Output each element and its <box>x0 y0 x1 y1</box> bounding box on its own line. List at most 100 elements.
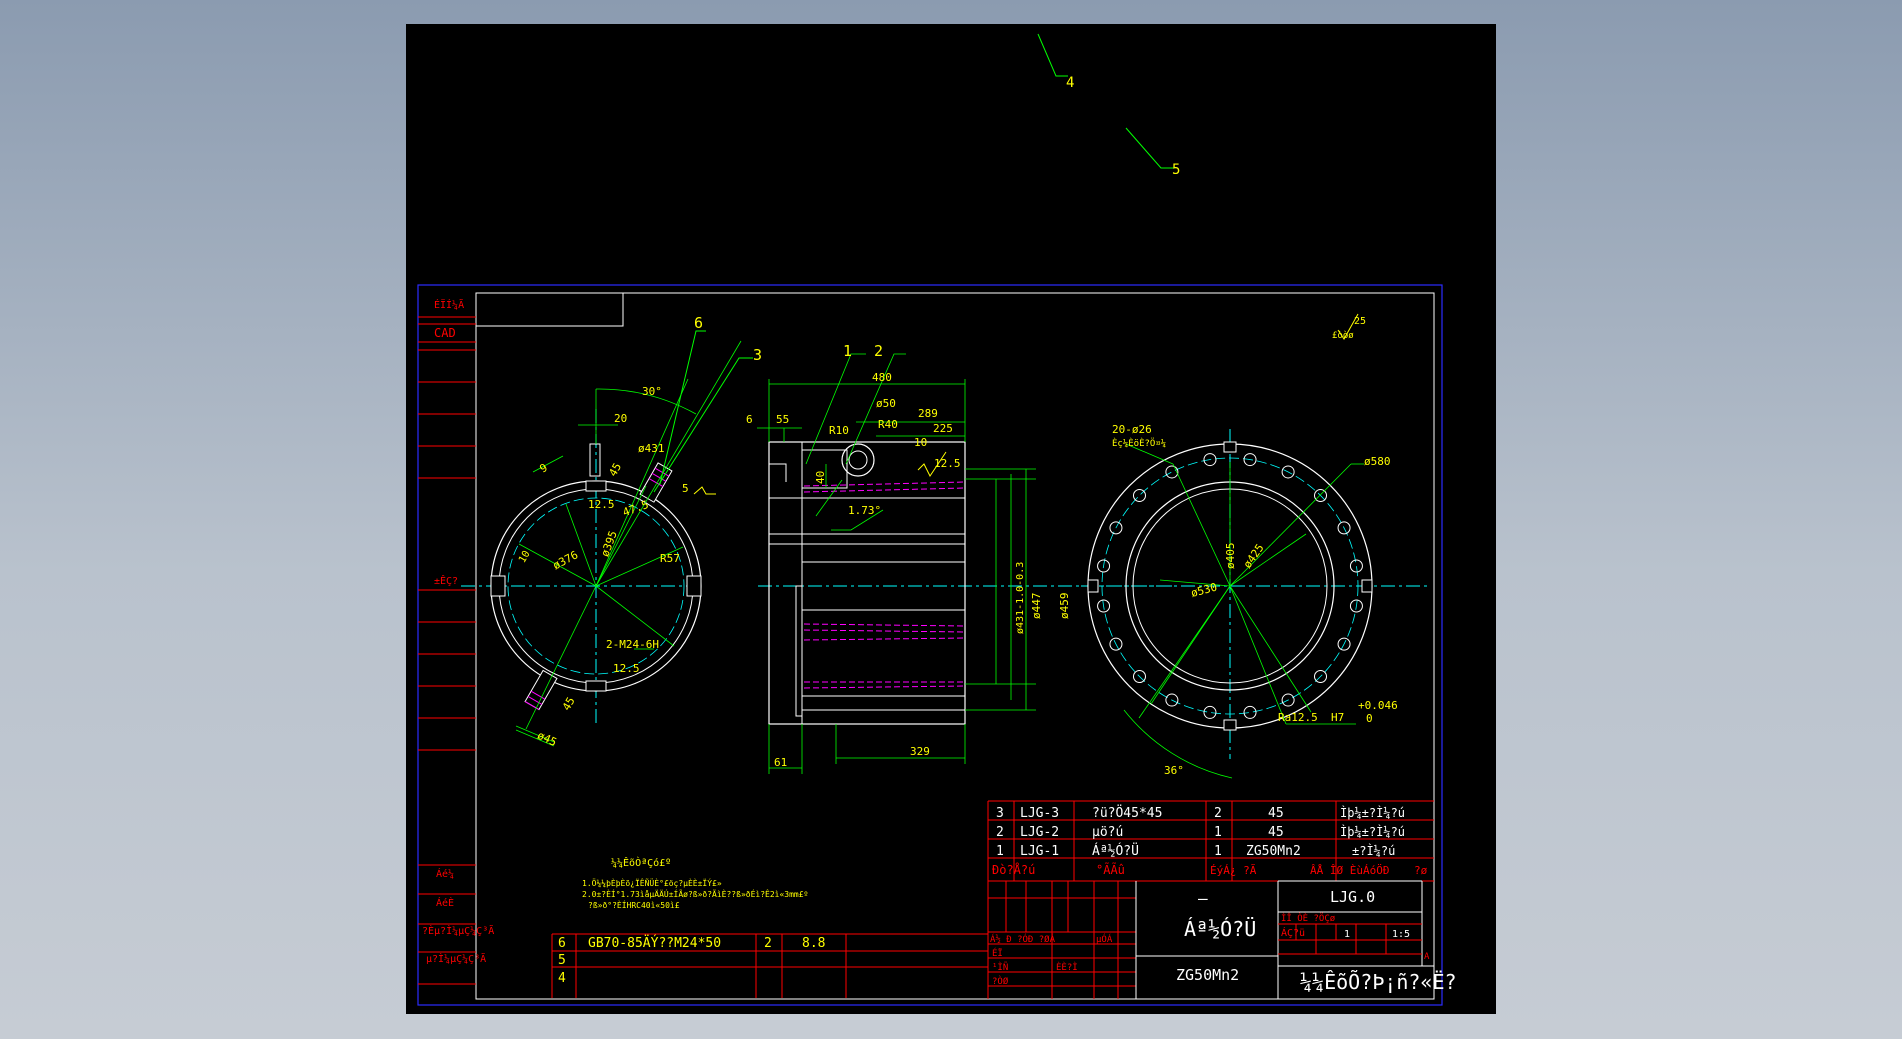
strip-label-mid: ±ÊÇ? <box>434 574 458 587</box>
bom-header-no: Ðò?Å?ú <box>992 862 1035 877</box>
bom-row-2-no: 2 <box>996 825 1004 840</box>
left-dim-47-5: 47.5 <box>621 498 650 519</box>
right-dim-425: ø425 <box>1241 542 1267 571</box>
right-fit: H7 <box>1331 711 1344 724</box>
bom-row-3-mat: 45 <box>1268 806 1284 821</box>
flange-bolt-hole <box>1203 705 1217 719</box>
right-dim-405: ø405 <box>1224 543 1237 570</box>
middle-dim-1-73: 1.73° <box>848 504 881 517</box>
bom-row-1-note: ±?Ì¼?ú <box>1352 843 1395 858</box>
middle-lug-hole-inner <box>848 450 868 470</box>
left-view-key <box>589 443 601 477</box>
left-thread-callout: 2-M24-6H <box>606 638 659 651</box>
right-angle-36: 36° <box>1164 764 1184 777</box>
middle-dim-6: 6 <box>746 413 753 426</box>
middle-dim-289: 289 <box>918 407 938 420</box>
title-drawing-no: LJG.0 <box>1330 888 1375 906</box>
title-small-2: ÁÇ?ü <box>1281 926 1305 939</box>
leader-label-2: 2 <box>874 342 883 360</box>
right-view: 20-ø26 Èç¼ÈöÈ?Ö¤¼ ø580 ø405 ø425 ø530 Ra… <box>1081 423 1430 779</box>
left-dim-30: 30° <box>642 385 662 398</box>
top-left-box <box>476 293 624 327</box>
middle-dim-459: ø459 <box>1058 593 1071 620</box>
right-ra: Ra12.5 <box>1278 711 1318 724</box>
strip-label-cad: CAD <box>434 326 456 340</box>
bom-header-note: ?ø <box>1414 864 1428 877</box>
small-row-6-code: GB70-85ÄÝ??M24*50 <box>588 935 721 951</box>
right-dim-580: ø580 <box>1364 455 1391 468</box>
left-dim-12-5b: 12.5 <box>613 662 640 675</box>
small-row-4-no: 4 <box>558 971 566 986</box>
left-view-bolt-upper <box>639 462 673 503</box>
title-small-8: µÓÁ <box>1096 933 1113 945</box>
strip-label-b3: ?Èµ?Ì¼µÇ¼Ç³Ã <box>422 924 494 937</box>
left-dim-395: ø395 <box>599 529 620 558</box>
middle-dim-40: 40 <box>814 471 827 484</box>
left-dim-45b: 45 <box>560 695 578 713</box>
middle-flange <box>768 441 803 725</box>
left-view: 6 3 30° 20 ø431 45 9 12.5 5 47.5 ø376 ø3… <box>461 314 762 749</box>
bom-row-2-name: µö?ú <box>1092 825 1123 840</box>
left-dim-431: ø431 <box>638 442 665 455</box>
middle-dim-447: ø447 <box>1030 593 1043 620</box>
roughness-label: £òòø <box>1332 330 1354 341</box>
right-tol-upper: +0.046 <box>1358 699 1398 712</box>
left-dim-45a: 45 <box>606 461 624 479</box>
cad-viewport[interactable]: 4 5 ÉÏÍ¼Ã CAD ±ÊÇ? Áé¼ ÁéÈ ?Èµ?Ì¼µÇ¼Ç³Ã … <box>406 24 1496 1014</box>
bom-row-1-code: LJG-1 <box>1020 844 1059 859</box>
bom-header-mat: ÂÅ ÎØ ÈùÁóÖÐ <box>1310 864 1389 877</box>
middle-dim-61: 61 <box>774 756 787 769</box>
bom-row-2-qty: 1 <box>1214 825 1222 840</box>
title-small-4: ÉÏ <box>992 947 1003 959</box>
left-dim-5: 5 <box>682 482 689 495</box>
middle-dim-r10: R10 <box>829 424 849 437</box>
roughness-value: 25 <box>1354 316 1366 327</box>
leader-group-top <box>1037 33 1174 169</box>
leader-label-4: 4 <box>1066 75 1074 91</box>
middle-dim-480: 480 <box>872 371 892 384</box>
title-sheet: A <box>1424 952 1430 962</box>
title-small-7: ÈÈ?Ì <box>1056 961 1078 973</box>
strip-label-1: ÉÏÍ¼Ã <box>434 298 464 311</box>
small-row-6-mat: 8.8 <box>802 936 825 951</box>
bom-row-1-qty: 1 <box>1214 844 1222 859</box>
flange-bolt-hole <box>1132 488 1146 502</box>
small-row-6-qty: 2 <box>764 936 772 951</box>
left-strip <box>418 316 476 985</box>
bom-row-2-note: Ìþ¼±?Ì¼?ú <box>1340 824 1405 839</box>
title-school: ¼¼ÊõÕ?Þ¡ñ?«Ë? <box>1300 970 1457 994</box>
bom-header-qty: ÉýÁ¿ ?Ã <box>1210 864 1257 877</box>
leader-line-4 <box>1037 33 1068 77</box>
flange-bolt-hole <box>1165 465 1179 479</box>
left-dim-9: 9 <box>538 461 550 476</box>
notes-line-1: 1.Ö¼¼þÈþÈõ¿ÏÊÑÜÈ°£öç?µÈÈ±ÏÝ£» <box>582 877 722 888</box>
leader-label-6: 6 <box>694 314 703 332</box>
middle-dim-329: 329 <box>910 745 930 758</box>
middle-internal-lines <box>769 463 965 717</box>
leader-label-1: 1 <box>843 342 852 360</box>
left-dim-20: 20 <box>614 412 627 425</box>
middle-dim-r40: R40 <box>878 418 898 431</box>
middle-dim-50: ø50 <box>876 397 896 410</box>
middle-dim-10: 10 <box>914 436 927 449</box>
left-dim-45c: ø45 <box>535 729 559 749</box>
bom-row-3-qty: 2 <box>1214 806 1222 821</box>
left-dim-376: ø376 <box>551 548 581 572</box>
leader-label-5: 5 <box>1172 162 1180 178</box>
right-holes-callout: 20-ø26 <box>1112 423 1152 436</box>
leader-line-5 <box>1125 127 1174 169</box>
bom-row-3-no: 3 <box>996 806 1004 821</box>
title-material: ZG50Mn2 <box>1176 966 1239 984</box>
bom-row-2-mat: 45 <box>1268 825 1284 840</box>
cad-drawing: 4 5 ÉÏÍ¼Ã CAD ±ÊÇ? Áé¼ ÁéÈ ?Èµ?Ì¼µÇ¼Ç³Ã … <box>417 33 1457 1006</box>
title-small-1: ÌÎ ÒÈ ?ÖÇø <box>1281 912 1336 924</box>
notes-title: ¼¼ÊõÒªÇó£º <box>611 856 671 869</box>
bom-row-3-note: Ìþ¼±?Ì¼?ú <box>1340 805 1405 820</box>
title-small-3: Á½ Ð ?ÓÐ ?ØÁ <box>990 933 1056 945</box>
strip-label-b1: Áé¼ <box>436 867 454 880</box>
title-qty: 1 <box>1344 929 1350 940</box>
flange-bolt-hole <box>1349 559 1363 573</box>
title-scale: 1:5 <box>1392 929 1410 940</box>
notes-line-3: ?ß»ð°?ÈÍHRC40ì«50ì£ <box>588 899 680 910</box>
right-dim-530: ø530 <box>1190 581 1219 600</box>
